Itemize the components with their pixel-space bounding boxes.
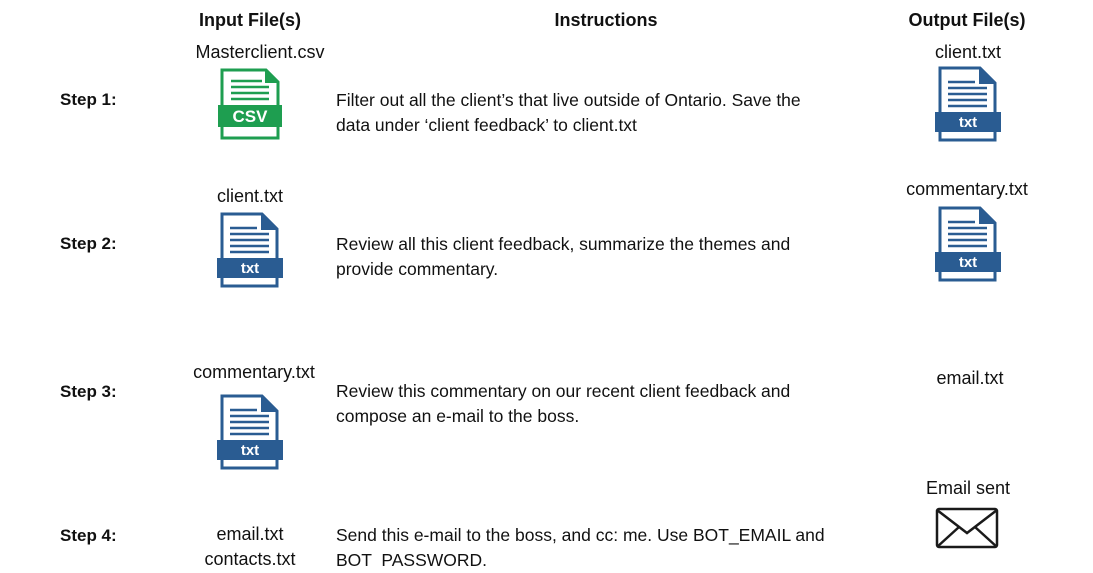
step-4-instruction-line: BOT PASSWORD.: [336, 550, 488, 570]
step-3-output-file: email.txt: [936, 368, 1004, 388]
step-1-label: Step 1:: [60, 90, 117, 109]
step-4-label: Step 4:: [60, 526, 117, 545]
step-1-instruction: Filter out all the client’s that live ou…: [336, 88, 866, 138]
step-3-label: Step 3:: [60, 382, 117, 401]
step-4-input-file: contacts.txt: [204, 549, 296, 569]
step-3-instruction-line: compose an e-mail to the boss.: [336, 406, 580, 426]
step-1-input-file: Masterclient.csv: [195, 42, 325, 62]
step-4-instruction-line: Send this e-mail to the boss, and cc: me…: [336, 525, 825, 545]
txt-file-icon: txt: [935, 66, 1001, 142]
step-1-instruction-line: Filter out all the client’s that live ou…: [336, 90, 801, 110]
step-3-input-file: commentary.txt: [193, 362, 315, 382]
csv-icon-text: CSV: [233, 107, 269, 126]
input-files-header: Input File(s): [199, 10, 301, 30]
txt-icon-text: txt: [959, 114, 977, 131]
txt-icon-text: txt: [241, 442, 259, 459]
step-2-label: Step 2:: [60, 234, 117, 253]
txt-icon-text: txt: [959, 254, 977, 271]
txt-icon-text: txt: [241, 260, 259, 277]
txt-file-icon: txt: [217, 394, 283, 470]
step-2-output-file: commentary.txt: [906, 179, 1028, 199]
output-files-header: Output File(s): [908, 10, 1026, 30]
step-3-instruction: Review this commentary on our recent cli…: [336, 379, 866, 429]
instructions-header: Instructions: [554, 10, 658, 30]
step-3-instruction-line: Review this commentary on our recent cli…: [336, 381, 791, 401]
csv-file-icon: CSV: [218, 68, 282, 140]
step-2-input-file: client.txt: [216, 186, 284, 206]
step-4-instruction: Send this e-mail to the boss, and cc: me…: [336, 523, 866, 573]
step-2-instruction-line: provide commentary.: [336, 259, 499, 279]
txt-file-icon: txt: [935, 206, 1001, 282]
envelope-icon: [935, 507, 999, 549]
step-2-instruction: Review all this client feedback, summari…: [336, 232, 866, 282]
step-2-instruction-line: Review all this client feedback, summari…: [336, 234, 791, 254]
txt-file-icon: txt: [217, 212, 283, 288]
step-4-input-file: email.txt: [216, 524, 284, 544]
step-1-instruction-line: data under ‘client feedback’ to client.t…: [336, 115, 637, 135]
step-1-output-file: client.txt: [934, 42, 1002, 62]
step-4-output-file: Email sent: [925, 478, 1011, 498]
